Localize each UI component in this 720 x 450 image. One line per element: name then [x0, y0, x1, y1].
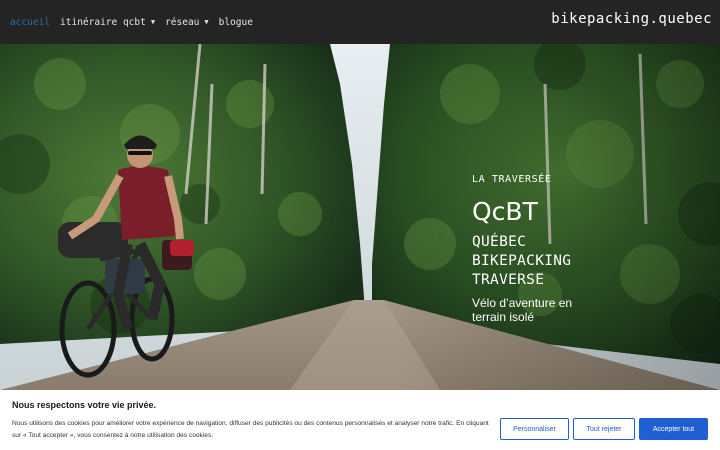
cookie-consent-banner: Nous respectons votre vie privée. Nous u…	[0, 390, 720, 450]
hero-subtitle-line: TRAVERSE	[472, 272, 545, 288]
hero-photo	[0, 44, 720, 390]
hero-subtitle-line: BIKEPACKING	[472, 253, 572, 269]
hero-subtitle: QUÉBEC BIKEPACKING TRAVERSE	[472, 233, 582, 290]
cookie-banner-title: Nous respectons votre vie privée.	[12, 400, 157, 410]
chevron-down-icon: ▼	[150, 18, 156, 26]
nav-item-label: réseau	[165, 16, 200, 28]
nav-item-itineraire[interactable]: itinéraire qcbt ▼	[60, 17, 155, 28]
top-navigation-bar: accueil itinéraire qcbt ▼ réseau ▼ blogu…	[0, 0, 720, 44]
reject-all-button[interactable]: Tout rejeter	[573, 418, 635, 440]
customize-button[interactable]: Personnaliser	[500, 418, 569, 440]
nav-item-label: blogue	[218, 16, 253, 28]
cookie-banner-text: Nous utilisons des cookies pour améliore…	[12, 420, 489, 439]
nav-item-accueil[interactable]: accueil	[10, 17, 50, 28]
chevron-down-icon: ▼	[204, 18, 209, 26]
hero-subtitle-line: QUÉBEC	[472, 234, 527, 250]
hero-kicker: LA TRAVERSÉE	[472, 174, 552, 185]
hero-title: QcBT	[472, 197, 538, 226]
hero-banner: LA TRAVERSÉE QcBT QUÉBEC BIKEPACKING TRA…	[0, 44, 720, 390]
nav-item-blogue[interactable]: blogue	[219, 17, 253, 28]
hero-tagline: Vélo d’aventure en terrain isolé	[472, 296, 573, 324]
accept-all-button[interactable]: Accepter tout	[639, 418, 708, 440]
nav-item-label: accueil	[10, 16, 51, 28]
main-menu: accueil itinéraire qcbt ▼ réseau ▼ blogu…	[0, 0, 263, 44]
nav-item-label: itinéraire qcbt	[60, 16, 146, 28]
hero-text-block: LA TRAVERSÉE QcBT QUÉBEC BIKEPACKING TRA…	[472, 174, 582, 324]
site-logo[interactable]: bikepacking.quebec	[551, 11, 712, 27]
nav-item-reseau[interactable]: réseau ▼	[165, 17, 209, 28]
